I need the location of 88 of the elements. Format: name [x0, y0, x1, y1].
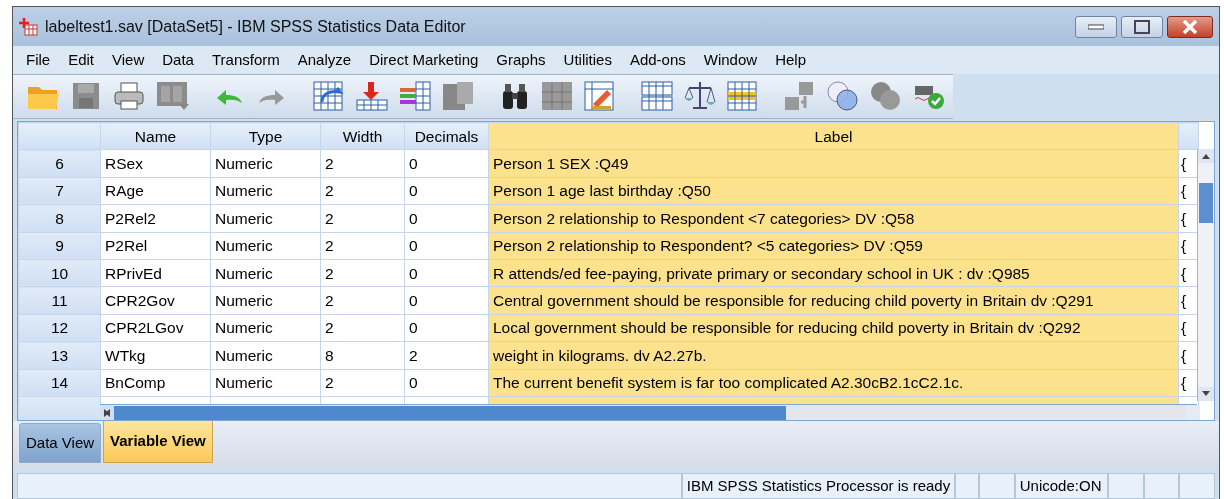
- menu-item[interactable]: Edit: [59, 48, 104, 72]
- table-cell: P2Rel2: [100, 204, 211, 233]
- table-cell: Numeric: [210, 149, 321, 178]
- status-pane: [1143, 473, 1180, 499]
- table-cell: 2: [320, 314, 405, 342]
- table-cell: Person 2 relationship to Respondent <7 categories> DV :Q58: [488, 204, 1179, 233]
- view-tab[interactable]: Variable View: [103, 418, 213, 463]
- status-pane: [1179, 473, 1215, 499]
- status-message: IBM SPSS Statistics Processor is ready: [681, 473, 956, 499]
- row-header[interactable]: 12: [18, 314, 101, 342]
- close-icon: [1182, 19, 1198, 34]
- table-cell: 0: [404, 204, 489, 233]
- table-cell: BnComp: [100, 369, 211, 397]
- table-cell: P2Rel: [100, 232, 211, 260]
- table-cell: CPR2LGov: [100, 314, 211, 342]
- menu-item[interactable]: Add-ons: [620, 48, 695, 72]
- table-cell: 2: [320, 259, 405, 287]
- table-cell: 0: [404, 149, 489, 178]
- table-cell: CPR2Gov: [100, 286, 211, 315]
- menu-item[interactable]: Graphs: [487, 48, 555, 72]
- table-cell: R attends/ed fee-paying, private primary or secondary school in UK : dv :Q985: [488, 259, 1179, 287]
- column-header[interactable]: Decimals: [404, 122, 489, 150]
- table-cell: Person 2 relationship to Respondent? <5 categories> DV :Q59: [488, 232, 1179, 260]
- table-cell: RPrivEd: [100, 259, 211, 287]
- app-icon: [19, 16, 39, 37]
- table-cell: 0: [404, 369, 489, 397]
- menu-item[interactable]: Direct Marketing: [360, 48, 488, 72]
- row-header[interactable]: 6: [18, 149, 101, 178]
- table-cell: Numeric: [210, 177, 321, 205]
- menu-item[interactable]: Window: [694, 48, 767, 72]
- table-cell: Local government should be responsible for reducing child poverty in Britain dv :Q292: [488, 314, 1179, 342]
- menu-item[interactable]: Utilities: [554, 48, 621, 72]
- row-header[interactable]: 8: [18, 204, 101, 233]
- table-cell: Central government should be responsible for reducing child poverty in Britain dv :Q291: [488, 286, 1179, 315]
- table-cell: Numeric: [210, 369, 321, 397]
- table-cell: Person 1 age last birthday :Q50: [488, 177, 1179, 205]
- table-cell: 2: [320, 177, 405, 205]
- view-tab[interactable]: Data View: [19, 422, 102, 463]
- table-cell: 2: [320, 369, 405, 397]
- table-cell: weight in kilograms. dv A2.27b.: [488, 341, 1179, 369]
- table-cell: Numeric: [210, 314, 321, 342]
- row-header[interactable]: 9: [18, 232, 101, 260]
- table-cell: 2: [320, 232, 405, 260]
- row-header[interactable]: 7: [18, 177, 101, 205]
- table-cell: 2: [320, 204, 405, 233]
- minimize-icon: [1088, 23, 1104, 30]
- table-cell: Numeric: [210, 204, 321, 233]
- maximize-button[interactable]: [1121, 15, 1163, 38]
- close-button[interactable]: [1167, 15, 1213, 38]
- table-cell: 2: [404, 341, 489, 369]
- table-cell: 0: [404, 177, 489, 205]
- maximize-icon: [1134, 19, 1150, 34]
- table-cell: Numeric: [210, 259, 321, 287]
- horizontal-scrollbar[interactable]: [100, 404, 1197, 420]
- row-header[interactable]: 13: [18, 341, 101, 369]
- table-cell: RAge: [100, 177, 211, 205]
- window-title: labeltest1.sav [DataSet5] - IBM SPSS Statistics Data Editor: [45, 16, 466, 37]
- table-cell: 8: [320, 341, 405, 369]
- table-cell: Person 1 SEX :Q49: [488, 149, 1179, 178]
- menu-item[interactable]: View: [103, 48, 154, 72]
- table-cell: 0: [404, 232, 489, 260]
- column-header[interactable]: Width: [320, 122, 405, 150]
- table-cell: Numeric: [210, 286, 321, 315]
- row-header[interactable]: 14: [18, 369, 101, 397]
- menu-item[interactable]: Help: [766, 48, 815, 72]
- table-cell: 2: [320, 149, 405, 178]
- column-header[interactable]: Label: [488, 122, 1179, 150]
- table-cell: Numeric: [210, 232, 321, 260]
- menu-item[interactable]: Data: [153, 48, 203, 72]
- table-cell: 0: [404, 259, 489, 287]
- encoding-status: Unicode:ON: [1014, 473, 1108, 499]
- table-cell: The current benefit system is far too complicated A2.30cB2.1cC2.1c.: [488, 369, 1179, 397]
- menu-item[interactable]: Analyze: [288, 48, 361, 72]
- menu-item[interactable]: File: [17, 48, 60, 72]
- table-cell: 0: [404, 314, 489, 342]
- column-header[interactable]: Name: [100, 122, 211, 150]
- table-cell: 0: [404, 286, 489, 315]
- menu-item[interactable]: Transform: [202, 48, 289, 72]
- status-pane: [1107, 473, 1144, 499]
- minimize-button[interactable]: [1075, 15, 1117, 38]
- table-cell: Numeric: [210, 341, 321, 369]
- table-cell: 2: [320, 286, 405, 315]
- vertical-scrollbar[interactable]: [1197, 149, 1214, 401]
- table-cell: WTkg: [100, 341, 211, 369]
- column-header[interactable]: Type: [210, 122, 321, 150]
- table-cell: RSex: [100, 149, 211, 178]
- row-header[interactable]: 10: [18, 259, 101, 287]
- row-header[interactable]: 11: [18, 286, 101, 315]
